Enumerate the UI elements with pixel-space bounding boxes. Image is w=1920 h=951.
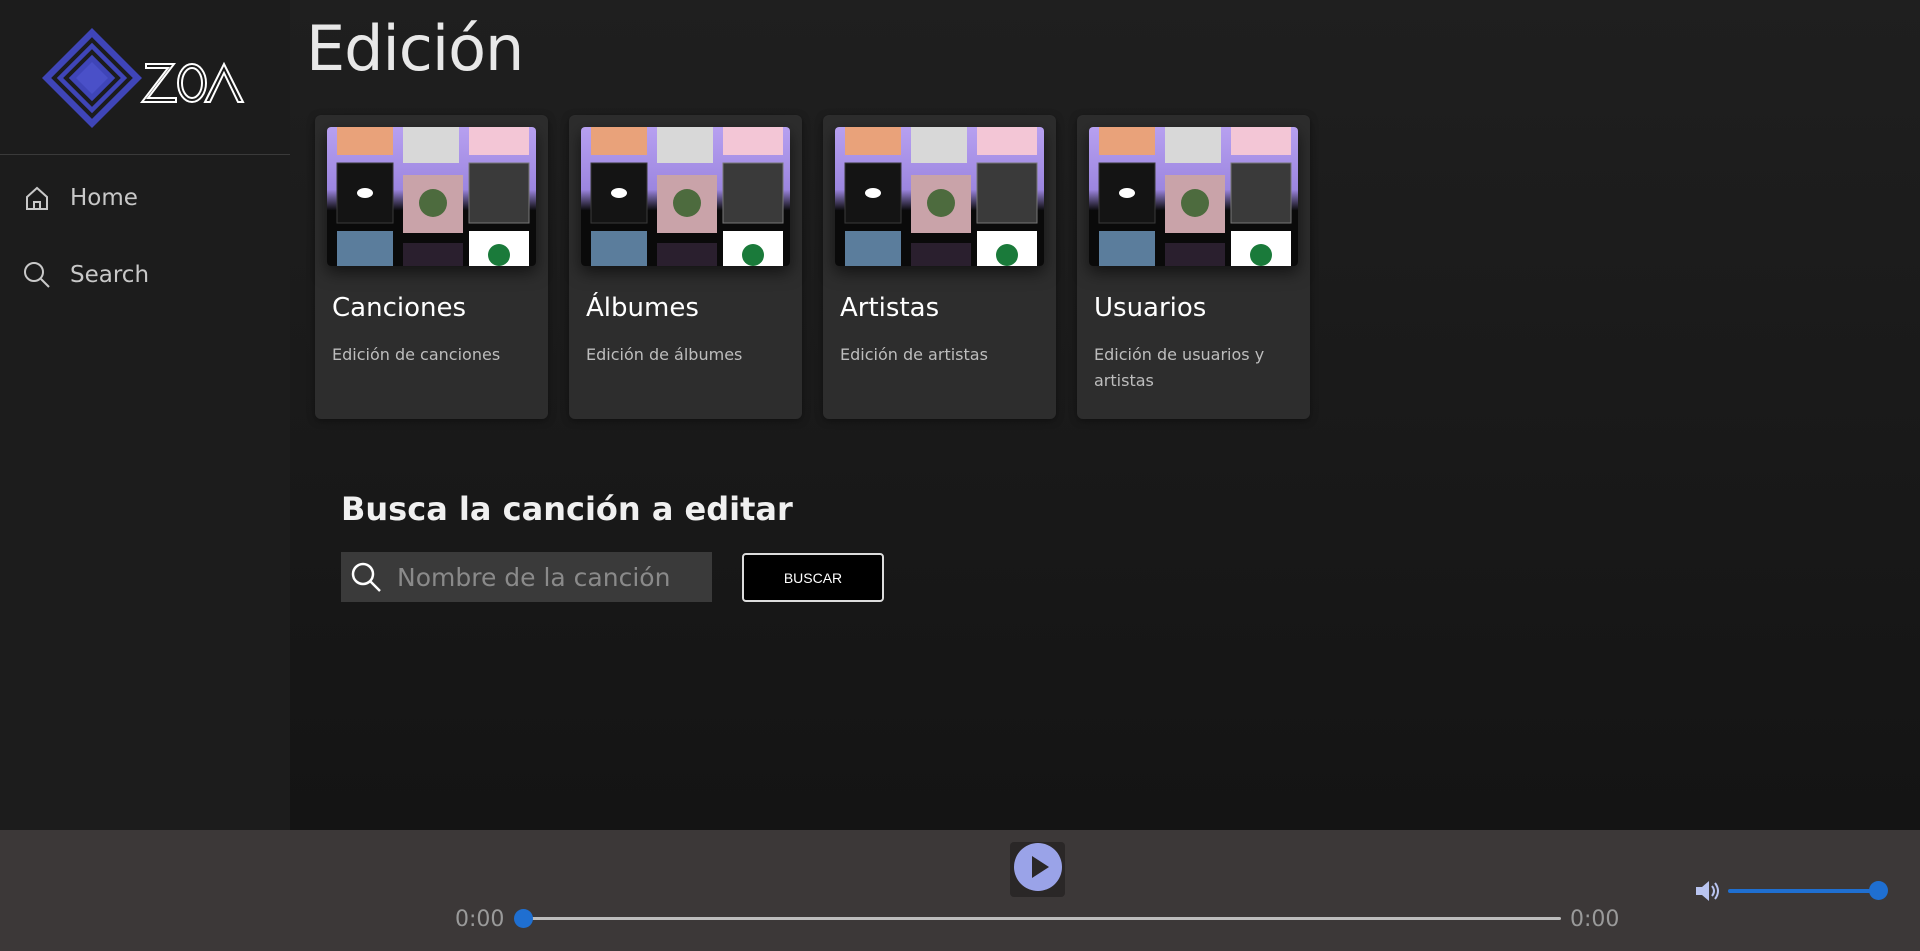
card-description: Edición de canciones [332, 345, 501, 364]
album-collage-image [581, 127, 790, 266]
home-icon [22, 183, 52, 213]
sidebar-item-label: Search [70, 262, 150, 288]
zoa-logo[interactable] [40, 26, 250, 130]
card-description: Edición de usuarios y artistas [1094, 345, 1265, 390]
album-collage-image [835, 127, 1044, 266]
search-icon [22, 260, 52, 290]
duration: 0:00 [1570, 907, 1620, 932]
play-button[interactable] [1010, 842, 1065, 897]
volume-icon[interactable] [1694, 878, 1722, 904]
play-icon [1013, 842, 1063, 897]
card-description: Edición de artistas [840, 345, 988, 364]
card-artistas[interactable]: Artistas Edición de artistas [823, 115, 1056, 419]
card-title: Canciones [332, 293, 467, 323]
search-icon [349, 560, 383, 594]
search-heading: Busca la canción a editar [341, 490, 793, 528]
buscar-button[interactable]: BUSCAR [742, 553, 884, 602]
album-collage-image [1089, 127, 1298, 266]
main-content: Edición Canciones Edición de canciones Á… [290, 0, 1920, 830]
page-title: Edición [306, 12, 524, 85]
volume-slider[interactable] [1728, 881, 1888, 900]
album-collage-image [327, 127, 536, 266]
card-title: Usuarios [1094, 293, 1207, 323]
progress-thumb[interactable] [514, 909, 533, 928]
card-albumes[interactable]: Álbumes Edición de álbumes [569, 115, 802, 419]
card-usuarios[interactable]: Usuarios Edición de usuarios y artistas [1077, 115, 1310, 419]
player-bar: 0:00 0:00 [0, 830, 1920, 951]
sidebar-divider [0, 154, 290, 155]
card-title: Álbumes [586, 293, 699, 323]
card-description: Edición de álbumes [586, 345, 743, 364]
card-title: Artistas [840, 293, 940, 323]
volume-thumb[interactable] [1869, 881, 1888, 900]
search-box [341, 552, 712, 602]
sidebar: Home Search [0, 0, 290, 830]
sidebar-item-home[interactable]: Home [22, 178, 272, 218]
card-canciones[interactable]: Canciones Edición de canciones [315, 115, 548, 419]
current-time: 0:00 [455, 907, 505, 932]
progress-slider[interactable] [514, 909, 1561, 928]
song-search-input[interactable] [397, 562, 697, 592]
sidebar-item-search[interactable]: Search [22, 255, 272, 295]
sidebar-item-label: Home [70, 185, 138, 211]
